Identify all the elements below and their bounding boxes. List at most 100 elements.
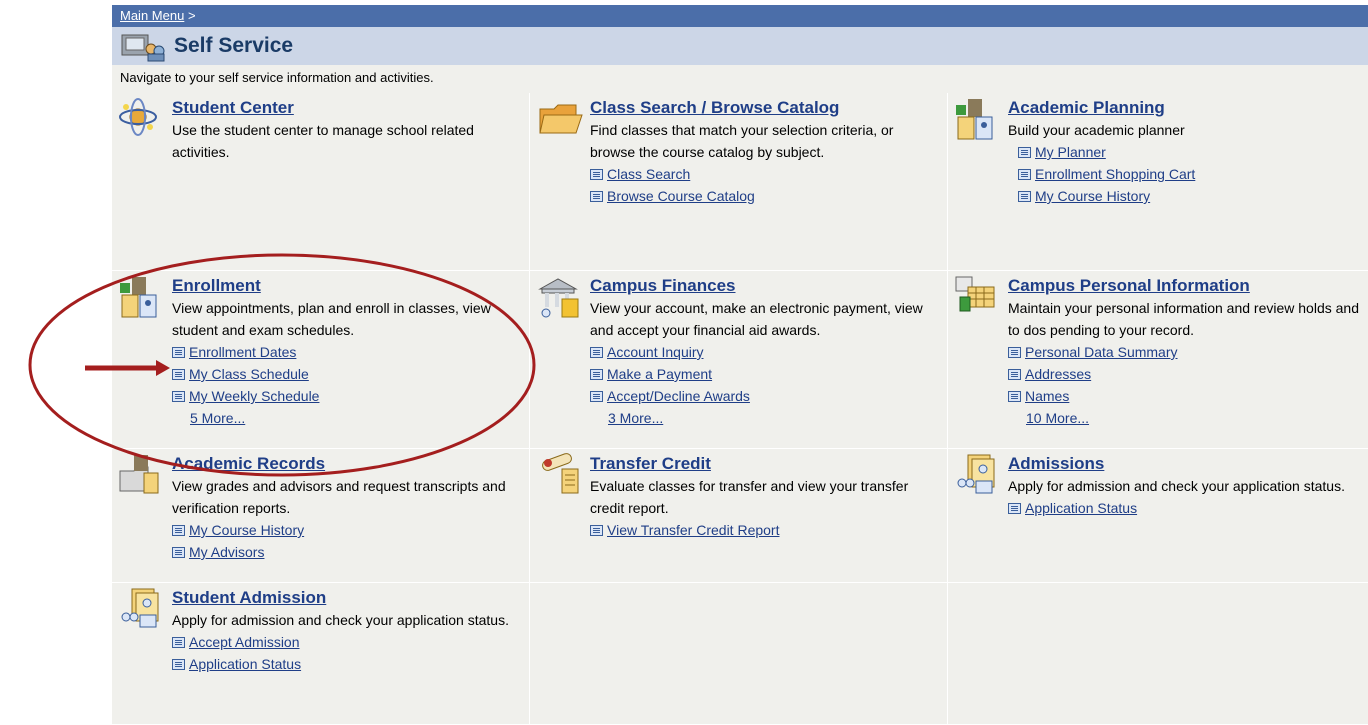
enrollment-shopping-cart-link[interactable]: Enrollment Shopping Cart [1018,163,1360,185]
addresses-link[interactable]: Addresses [1008,363,1360,385]
self-service-page: Main Menu > Self Service Navigate to you… [112,5,1368,725]
accept-admission-link[interactable]: Accept Admission [172,631,521,653]
my-weekly-schedule-link[interactable]: My Weekly Schedule [172,385,521,407]
transfer-credit-title-link[interactable]: Transfer Credit [590,453,939,475]
academic-records-body: Academic Records View grades and advisor… [172,453,521,563]
campus-personal-information-title-link[interactable]: Campus Personal Information [1008,275,1360,297]
enrollment-dates-link[interactable]: Enrollment Dates [172,341,521,363]
transfer-credit-body: Transfer Credit Evaluate classes for tra… [590,453,939,541]
academic-planning-body: Academic Planning Build your academic pl… [1008,97,1360,207]
transfer-credit-description: Evaluate classes for transfer and view y… [590,478,909,516]
tile-academic-planning: Academic Planning Build your academic pl… [948,93,1368,271]
personal-data-summary-link[interactable]: Personal Data Summary [1008,341,1360,363]
list-icon [172,390,185,402]
list-icon [590,168,603,180]
admissions-description: Apply for admission and check your appli… [1008,478,1345,494]
student-center-body: Student Center Use the student center to… [172,97,521,163]
campus-personal-information-body: Campus Personal Information Maintain you… [1008,275,1360,429]
my-planner-link[interactable]: My Planner [1018,141,1360,163]
transfer-credit-icon [542,453,579,494]
empty-cell [530,583,948,725]
campus-finances-icon [538,278,579,318]
my-advisors-link[interactable]: My Advisors [172,541,521,563]
tile-campus-finances: Campus Finances View your account, make … [530,271,948,449]
student-admission-body: Student Admission Apply for admission an… [172,587,521,675]
class-search-description: Find classes that match your selection c… [590,122,894,160]
tile-student-center: Student Center Use the student center to… [112,93,530,271]
make-a-payment-link[interactable]: Make a Payment [590,363,939,385]
student-admission-application-status-link[interactable]: Application Status [172,653,521,675]
list-icon [172,636,185,648]
academic-records-title-link[interactable]: Academic Records [172,453,521,475]
campus-finances-body: Campus Finances View your account, make … [590,275,939,429]
class-search-link[interactable]: Class Search [590,163,939,185]
enrollment-title-link[interactable]: Enrollment [172,275,521,297]
self-service-icon [121,34,165,62]
my-class-schedule-link[interactable]: My Class Schedule [172,363,521,385]
student-center-icon [119,98,157,136]
list-icon [1008,502,1021,514]
list-icon [172,524,185,536]
accept-decline-awards-link[interactable]: Accept/Decline Awards [590,385,939,407]
page-description: Navigate to your self service informatio… [120,70,434,85]
page-title: Self Service [174,34,294,57]
tile-campus-personal-information: Campus Personal Information Maintain you… [948,271,1368,449]
folder-icon [539,104,583,134]
list-icon [172,658,185,670]
campus-finances-title-link[interactable]: Campus Finances [590,275,939,297]
list-icon [590,346,603,358]
academic-planning-title-link[interactable]: Academic Planning [1008,97,1360,119]
browse-course-catalog-link[interactable]: Browse Course Catalog [590,185,939,207]
account-inquiry-link[interactable]: Account Inquiry [590,341,939,363]
admissions-title-link[interactable]: Admissions [1008,453,1360,475]
names-link[interactable]: Names [1008,385,1360,407]
list-icon [1008,368,1021,380]
campus-personal-information-more-link[interactable]: 10 More... [1008,407,1360,429]
tile-student-admission: Student Admission Apply for admission an… [112,583,530,725]
breadcrumb-main-menu-link[interactable]: Main Menu [120,8,184,23]
list-icon [172,346,185,358]
page-header: Self Service [112,27,1368,65]
tile-enrollment: Enrollment View appointments, plan and e… [112,271,530,449]
list-icon [172,546,185,558]
tile-academic-records: Academic Records View grades and advisor… [112,449,530,583]
empty-cell [948,583,1368,725]
list-icon [1018,168,1031,180]
breadcrumb-separator: > [187,8,196,23]
list-icon [1018,190,1031,202]
application-status-link[interactable]: Application Status [1008,497,1360,519]
tile-admissions: Admissions Apply for admission and check… [948,449,1368,583]
list-icon [1018,146,1031,158]
campus-finances-description: View your account, make an electronic pa… [590,300,923,338]
list-icon [590,390,603,402]
list-icon [1008,390,1021,402]
list-icon [172,368,185,380]
enrollment-more-link[interactable]: 5 More... [172,407,521,429]
tile-transfer-credit: Transfer Credit Evaluate classes for tra… [530,449,948,583]
enrollment-icon [120,277,157,318]
enrollment-description: View appointments, plan and enroll in cl… [172,300,491,338]
student-admission-title-link[interactable]: Student Admission [172,587,521,609]
list-icon [590,190,603,202]
student-admission-description: Apply for admission and check your appli… [172,612,509,628]
academic-planning-description: Build your academic planner [1008,122,1185,138]
student-center-title-link[interactable]: Student Center [172,97,521,119]
academic-planning-icon [956,99,993,140]
academic-records-description: View grades and advisors and request tra… [172,478,506,516]
campus-finances-more-link[interactable]: 3 More... [590,407,939,429]
class-search-title-link[interactable]: Class Search / Browse Catalog [590,97,939,119]
list-icon [590,368,603,380]
enrollment-body: Enrollment View appointments, plan and e… [172,275,521,429]
breadcrumb: Main Menu > [112,5,1368,27]
student-center-description: Use the student center to manage school … [172,122,474,160]
my-course-history-records-link[interactable]: My Course History [172,519,521,541]
student-admission-icon [121,588,159,628]
campus-personal-information-icon [955,276,995,312]
view-transfer-credit-report-link[interactable]: View Transfer Credit Report [590,519,939,541]
list-icon [1008,346,1021,358]
campus-personal-information-description: Maintain your personal information and r… [1008,300,1359,338]
academic-records-icon [119,455,159,494]
admissions-body: Admissions Apply for admission and check… [1008,453,1360,519]
tile-class-search: Class Search / Browse Catalog Find class… [530,93,948,271]
my-course-history-link[interactable]: My Course History [1018,185,1360,207]
